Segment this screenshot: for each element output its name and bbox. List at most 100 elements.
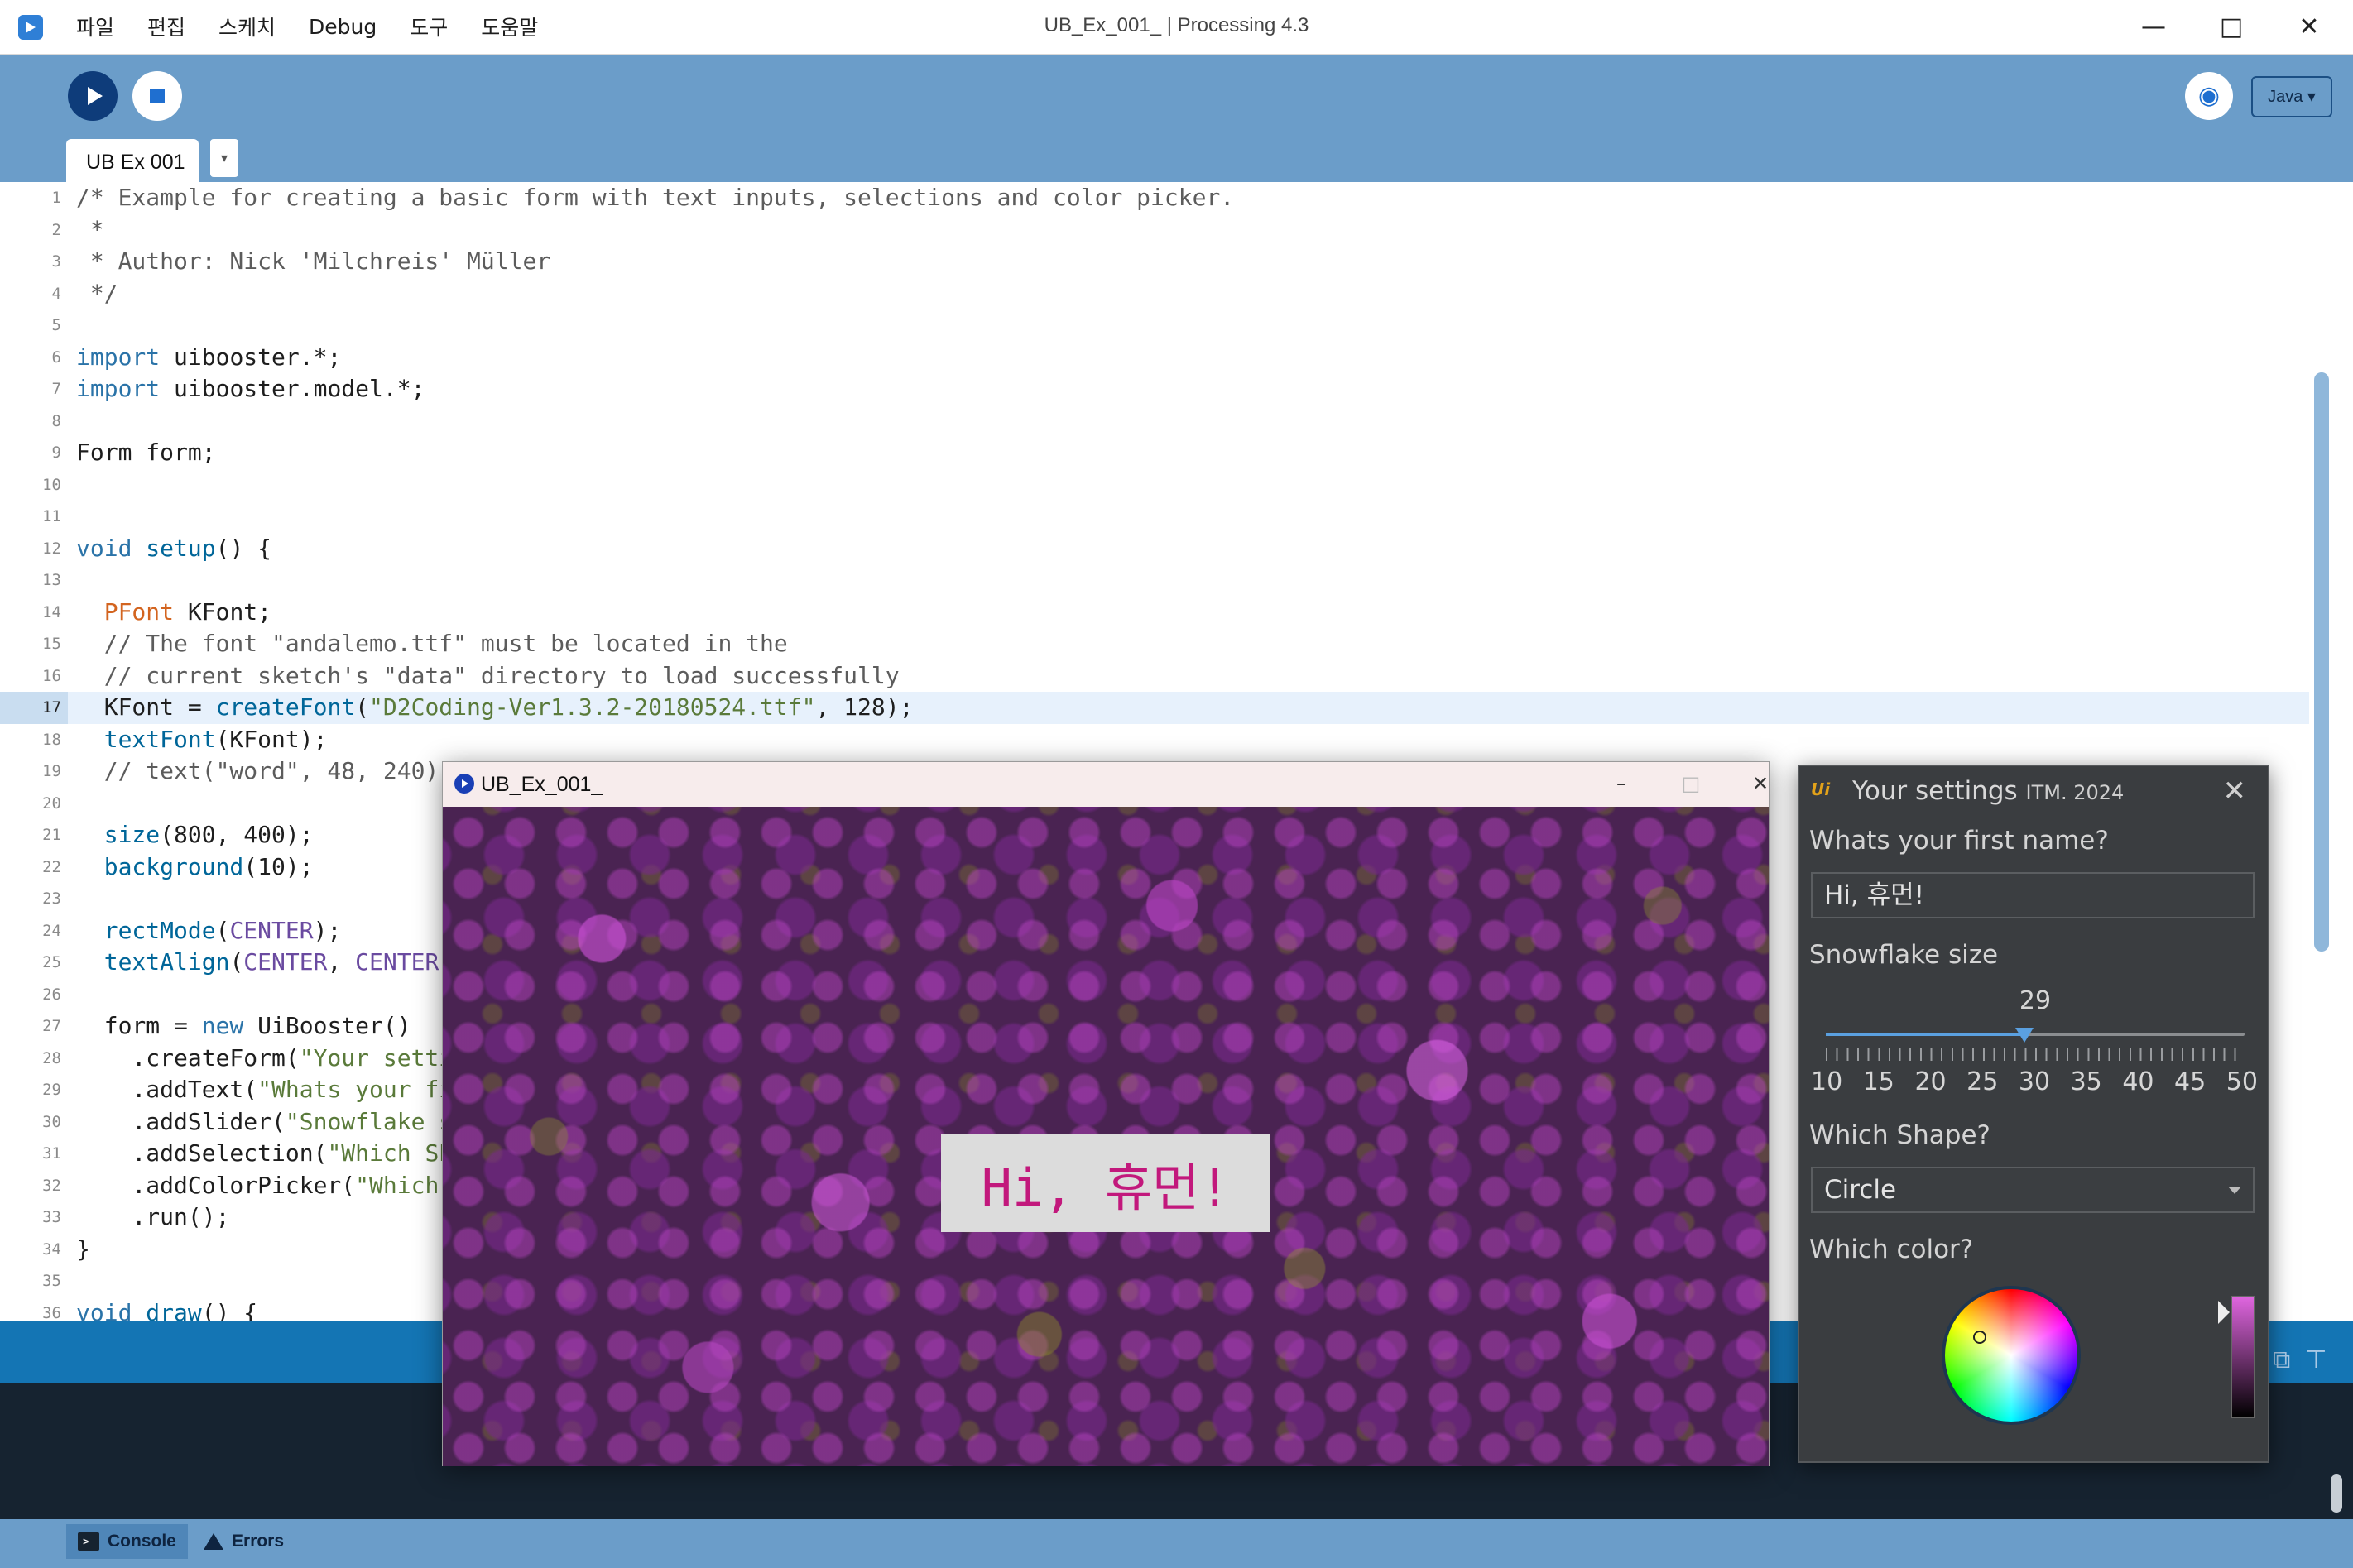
line-number: 4 xyxy=(51,284,61,303)
line-number: 19 xyxy=(42,762,61,780)
code-line[interactable]: 16 // current sketch's "data" directory … xyxy=(0,660,2309,693)
first-name-label: Whats your first name? xyxy=(1809,826,2109,856)
slider-tick-label: 25 xyxy=(1966,1067,1999,1096)
shape-select[interactable]: Circle xyxy=(1811,1167,2255,1213)
code-line[interactable]: 14 PFont KFont; xyxy=(0,597,2309,629)
line-number: 22 xyxy=(42,857,61,876)
slider-tick-label: 20 xyxy=(1914,1067,1947,1096)
code-text: PFont KFont; xyxy=(103,597,272,626)
slider-tick-label: 50 xyxy=(2226,1067,2258,1096)
slider-tick-label: 45 xyxy=(2174,1067,2207,1096)
code-text: import uibooster.model.*; xyxy=(76,375,425,402)
code-text: background(10); xyxy=(103,852,314,880)
close-icon[interactable]: ✕ xyxy=(1736,769,1785,798)
code-text: // current sketch's "data" directory to … xyxy=(76,661,900,689)
line-number: 21 xyxy=(42,826,61,844)
slider-tick-label: 10 xyxy=(1811,1067,1843,1096)
line-number: 33 xyxy=(42,1208,61,1226)
line-number: 24 xyxy=(42,921,61,940)
line-number: 12 xyxy=(42,539,61,558)
warning-icon xyxy=(204,1533,223,1550)
copy-icon[interactable]: ⧉ xyxy=(2273,1345,2290,1374)
code-line[interactable]: 2 * xyxy=(0,214,2309,247)
stop-button[interactable] xyxy=(132,71,182,121)
clear-icon[interactable]: ⊤ xyxy=(2305,1345,2327,1374)
brightness-cursor-icon[interactable] xyxy=(2218,1301,2230,1324)
form-title-text: Your settings xyxy=(1852,776,2018,806)
line-number: 30 xyxy=(42,1112,61,1131)
code-line[interactable]: 18 textFont(KFont); xyxy=(0,724,2309,756)
color-wheel[interactable] xyxy=(1945,1289,2077,1422)
line-number: 14 xyxy=(42,602,61,621)
debugger-button[interactable]: ◉ xyxy=(2185,72,2233,120)
run-button[interactable] xyxy=(68,71,118,121)
code-text: } xyxy=(76,1235,90,1263)
color-label: Which color? xyxy=(1809,1235,1974,1264)
tab-errors[interactable]: Errors xyxy=(192,1524,295,1559)
color-wheel-marker[interactable] xyxy=(1973,1331,1986,1344)
line-number: 1 xyxy=(51,189,61,207)
title-bar: 파일 편집 스케치 Debug 도구 도움말 UB_Ex_001_ | Proc… xyxy=(0,0,2353,55)
line-number: 35 xyxy=(42,1272,61,1290)
sketch-canvas[interactable]: Hi, 휴먼! xyxy=(443,807,1769,1466)
snowflake-size-value: 29 xyxy=(2019,986,2052,1015)
code-line[interactable]: 9 Form form; xyxy=(0,437,2309,469)
errors-tab-label: Errors xyxy=(232,1532,285,1551)
code-line[interactable]: 7 import uibooster.model.*; xyxy=(0,373,2309,405)
line-number: 26 xyxy=(42,985,61,1004)
mode-selector[interactable]: Java ▾ xyxy=(2251,76,2332,117)
console-scrollbar[interactable] xyxy=(2331,1474,2342,1513)
maximize-icon[interactable]: □ xyxy=(2192,0,2270,53)
maximize-icon[interactable]: □ xyxy=(1666,769,1716,798)
code-line[interactable]: 10 xyxy=(0,469,2309,501)
line-number: 2 xyxy=(51,220,61,239)
code-text: textFont(KFont); xyxy=(103,725,328,753)
close-icon[interactable]: ✕ xyxy=(2270,0,2348,53)
code-line[interactable]: 17 KFont = createFont("D2Coding-Ver1.3.2… xyxy=(0,692,2309,724)
code-line[interactable]: 8 xyxy=(0,405,2309,438)
shape-label: Which Shape? xyxy=(1809,1120,1990,1150)
code-text: .addColorPicker("Which c xyxy=(76,1171,468,1199)
code-text: .createForm("Your settin xyxy=(76,1043,468,1072)
line-number: 10 xyxy=(42,475,61,494)
tab-console[interactable]: >_ Console xyxy=(66,1524,188,1559)
code-line[interactable]: 6 import uibooster.*; xyxy=(0,342,2309,374)
footer-bar xyxy=(0,1519,2353,1568)
uibooster-logo-icon: Ui xyxy=(1811,779,1831,799)
code-line[interactable]: 1 /* Example for creating a basic form wi… xyxy=(0,182,2309,214)
tab-menu-chevron-icon[interactable]: ▾ xyxy=(210,139,238,177)
code-line[interactable]: 5 xyxy=(0,309,2309,342)
sketch-title-bar: UB_Ex_001_ – □ ✕ xyxy=(443,762,1769,807)
tab-ub-ex-001[interactable]: UB Ex 001 xyxy=(66,139,199,182)
code-line[interactable]: 3 * Author: Nick 'Milchreis' Müller xyxy=(0,246,2309,278)
first-name-input[interactable]: Hi, 휴먼! xyxy=(1811,872,2255,918)
sketch-window: UB_Ex_001_ – □ ✕ Hi, 휴먼! xyxy=(442,761,1770,1466)
line-number: 27 xyxy=(42,1017,61,1035)
code-line[interactable]: 13 xyxy=(0,564,2309,597)
slider-tick-label: 15 xyxy=(1862,1067,1894,1096)
code-line[interactable]: 12 void setup() { xyxy=(0,533,2309,565)
close-icon[interactable]: ✕ xyxy=(2223,774,2247,808)
code-line[interactable]: 4 */ xyxy=(0,278,2309,310)
line-number: 31 xyxy=(42,1144,61,1163)
slider-tick-label: 30 xyxy=(2018,1067,2051,1096)
chevron-down-icon xyxy=(2228,1187,2241,1194)
minimize-icon[interactable]: — xyxy=(2115,0,2192,53)
slider-thumb[interactable] xyxy=(2015,1028,2034,1043)
editor-scrollbar[interactable] xyxy=(2314,372,2329,952)
console-actions: ⧉ ⊤ xyxy=(2273,1345,2327,1374)
brightness-slider[interactable] xyxy=(2231,1296,2255,1418)
greeting-text: Hi, 휴먼! xyxy=(941,1134,1270,1232)
minimize-icon[interactable]: – xyxy=(1597,769,1646,798)
code-line[interactable]: 11 xyxy=(0,501,2309,533)
code-text: size(800, 400); xyxy=(103,821,314,848)
line-number: 18 xyxy=(42,730,61,749)
line-number: 17 xyxy=(0,692,68,724)
snowflake-size-slider[interactable] xyxy=(1826,1033,2245,1036)
code-text: // The font "andalemo.ttf" must be locat… xyxy=(76,630,788,657)
code-text: */ xyxy=(76,279,118,307)
line-number: 13 xyxy=(42,571,61,589)
code-line[interactable]: 15 // The font "andalemo.ttf" must be lo… xyxy=(0,628,2309,660)
code-text: import uibooster.*; xyxy=(76,343,342,371)
line-number: 15 xyxy=(42,635,61,653)
